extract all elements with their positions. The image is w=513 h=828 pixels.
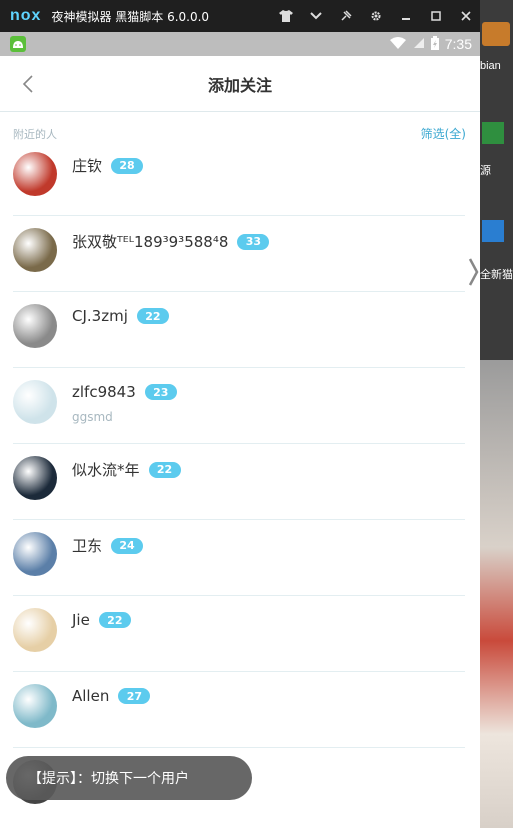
chevron-left-icon: [22, 75, 33, 93]
user-name-line: zlfc9843 23: [72, 383, 177, 401]
row-divider: [13, 443, 465, 444]
side-panel-handle[interactable]: [465, 254, 480, 290]
android-statusbar: 7:35: [0, 32, 480, 56]
age-badge: 27: [118, 688, 151, 704]
filter-button[interactable]: 筛选(全): [421, 125, 466, 142]
row-divider: [13, 519, 465, 520]
user-name: CJ.3zmj: [72, 307, 128, 325]
battery-icon: [430, 35, 439, 53]
chevron-down-icon[interactable]: [308, 8, 324, 24]
avatar[interactable]: [13, 152, 57, 196]
signal-icon: [413, 36, 425, 52]
desktop-computer-icon[interactable]: [482, 220, 504, 242]
gear-icon[interactable]: [368, 8, 384, 24]
user-name: Jie: [72, 611, 90, 629]
age-badge: 22: [98, 612, 131, 628]
user-name: Allen: [72, 687, 110, 705]
user-row[interactable]: 张双敬ᵀᴱᴸ189³9³588⁴8 33: [0, 228, 480, 306]
nearby-label: 附近的人: [13, 128, 57, 141]
pin-icon[interactable]: [338, 8, 354, 24]
desktop-label-2: 源: [480, 165, 491, 177]
back-button[interactable]: [14, 70, 42, 98]
emulator-titlebar: nox 夜神模拟器 黑猫脚本 6.0.0.0: [0, 0, 480, 32]
wifi-icon: [389, 36, 407, 53]
user-row[interactable]: CJ.3zmj 22: [0, 304, 480, 382]
user-name: 卫东: [72, 537, 103, 555]
avatar[interactable]: [13, 684, 57, 728]
desktop-wallpaper: [480, 360, 513, 828]
age-badge: 33: [237, 233, 270, 250]
status-icons: 7:35: [389, 32, 472, 56]
avatar[interactable]: [13, 228, 57, 272]
avatar[interactable]: [13, 456, 57, 500]
close-icon[interactable]: [458, 8, 474, 24]
user-row[interactable]: 卫东 24: [0, 532, 480, 610]
user-name-line: Allen 27: [72, 687, 151, 705]
user-name: 庄钦: [72, 157, 103, 175]
user-row[interactable]: Allen 27: [0, 684, 480, 762]
user-name: zlfc9843: [72, 383, 136, 401]
emulator-toolbar: [278, 0, 474, 32]
page-title: 添加关注: [207, 75, 272, 95]
row-divider: [13, 215, 465, 216]
row-divider: [13, 367, 465, 368]
android-icon: [10, 36, 26, 52]
desktop-label-3: 全新猫: [480, 269, 513, 281]
row-divider: [13, 595, 465, 596]
row-divider: [13, 747, 465, 748]
shirt-icon[interactable]: [278, 8, 294, 24]
desktop-app-icon[interactable]: [482, 22, 510, 46]
section-header: 附近的人 筛选(全): [0, 112, 480, 152]
age-badge: 22: [148, 461, 181, 478]
user-row[interactable]: 似水流*年 22: [0, 456, 480, 534]
user-name-line: 卫东 24: [72, 535, 144, 556]
avatar[interactable]: [13, 608, 57, 652]
age-badge: 22: [136, 308, 169, 324]
desktop-folder-icon[interactable]: [482, 122, 504, 144]
navbar: 添加关注: [0, 56, 480, 112]
nox-logo: nox: [10, 7, 42, 24]
user-row[interactable]: Jie 22: [0, 608, 480, 686]
avatar[interactable]: [13, 380, 57, 424]
emulator-title: 夜神模拟器 黑猫脚本 6.0.0.0: [51, 9, 210, 24]
maximize-icon[interactable]: [428, 8, 444, 24]
minimize-icon[interactable]: [398, 8, 414, 24]
age-badge: 23: [144, 384, 177, 400]
user-name-line: 庄钦 28: [72, 155, 144, 176]
user-row[interactable]: 庄钦 28: [0, 152, 480, 230]
row-divider: [13, 671, 465, 672]
desktop-label-1: bian: [480, 60, 501, 72]
avatar[interactable]: [13, 304, 57, 348]
user-name-line: CJ.3zmj 22: [72, 307, 169, 325]
user-name: 似水流*年: [72, 461, 140, 479]
desktop-background: bian 源 全新猫: [480, 0, 513, 828]
user-row[interactable]: zlfc9843 23 ggsmd: [0, 380, 480, 458]
row-divider: [13, 291, 465, 292]
age-badge: 28: [111, 157, 144, 174]
chevron-right-icon: [468, 258, 478, 286]
user-name: 张双敬ᵀᴱᴸ189³9³588⁴8: [72, 233, 229, 251]
user-name-line: Jie 22: [72, 611, 131, 629]
user-signature: ggsmd: [72, 410, 113, 424]
toast-message: 【提示】：切换下一个用户: [6, 756, 252, 800]
status-time: 7:35: [444, 36, 472, 52]
avatar[interactable]: [13, 532, 57, 576]
user-name-line: 张双敬ᵀᴱᴸ189³9³588⁴8 33: [72, 231, 270, 252]
age-badge: 24: [111, 537, 144, 554]
user-name-line: 似水流*年 22: [72, 459, 181, 480]
